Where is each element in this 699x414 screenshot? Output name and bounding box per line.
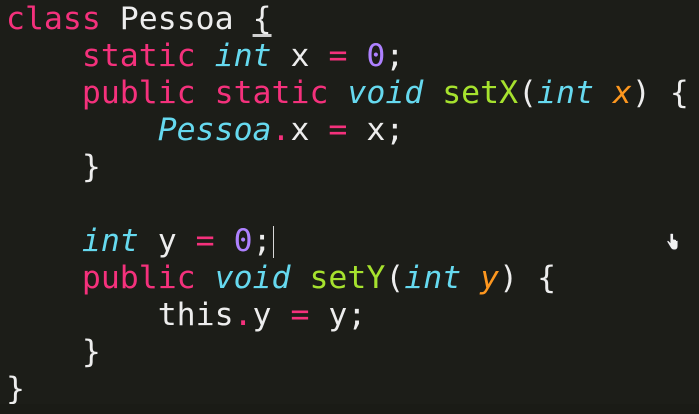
open-brace-class: { xyxy=(252,1,272,37)
paren-close: ) xyxy=(499,260,519,296)
code-line-4: Pessoa.x = x; xyxy=(6,111,405,149)
assign-operator: = xyxy=(290,297,310,333)
code-line-11: } xyxy=(6,370,25,408)
paren-open: ( xyxy=(385,260,405,296)
assign-operator: = xyxy=(328,112,348,148)
dot-operator: . xyxy=(233,297,253,333)
type-void: void xyxy=(214,260,291,296)
semicolon: ; xyxy=(252,223,272,259)
dot-operator: . xyxy=(271,112,291,148)
code-line-2: static int x = 0; xyxy=(6,37,404,75)
code-line-3: public static void setX(int x) { xyxy=(6,74,689,112)
keyword-this: this xyxy=(157,297,234,333)
type-void: void xyxy=(347,75,424,111)
paren-close: ) xyxy=(631,75,651,111)
value-x: x; xyxy=(366,112,405,148)
class-name: Pessoa xyxy=(119,1,234,37)
code-line-7: int y = 0; xyxy=(6,222,275,260)
hand-pointer-icon xyxy=(666,233,679,251)
code-editor[interactable]: class Pessoa { static int x = 0; public … xyxy=(0,0,699,414)
code-line-1: class Pessoa { xyxy=(6,0,272,38)
param-type-int: int xyxy=(404,260,462,296)
paren-open: ( xyxy=(518,75,538,111)
method-name-sety: setY xyxy=(309,260,386,296)
keyword-public: public xyxy=(81,75,196,111)
open-brace-method: { xyxy=(537,260,557,296)
keyword-public: public xyxy=(81,260,196,296)
text-caret xyxy=(272,226,275,258)
field-y: y xyxy=(252,297,272,333)
assign-operator: = xyxy=(328,38,348,74)
code-line-10: } xyxy=(6,333,101,371)
code-line-5: } xyxy=(6,148,101,186)
value-y: y; xyxy=(328,297,367,333)
open-brace-method: { xyxy=(669,75,689,111)
keyword-static: static xyxy=(214,75,329,111)
number-literal: 0 xyxy=(366,38,386,74)
param-type-int: int xyxy=(537,75,594,111)
number-literal: 0 xyxy=(233,223,253,259)
semicolon: ; xyxy=(385,38,405,74)
close-brace-class: } xyxy=(6,371,25,407)
editor-bottom-edge xyxy=(0,404,699,414)
field-x: x xyxy=(290,112,310,148)
code-line-8: public void setY(int y) { xyxy=(6,259,556,297)
type-int: int xyxy=(214,38,272,74)
keyword-static: static xyxy=(81,38,196,74)
param-y: y xyxy=(480,260,500,296)
assign-operator: = xyxy=(195,223,215,259)
param-x: x xyxy=(612,75,632,111)
variable-x: x xyxy=(290,38,310,74)
type-int: int xyxy=(81,223,139,259)
class-reference: Pessoa xyxy=(157,112,272,148)
code-line-9: this.y = y; xyxy=(6,296,367,334)
close-brace-method: } xyxy=(81,149,101,185)
close-brace-method: } xyxy=(81,334,101,370)
keyword-class: class xyxy=(6,1,101,37)
method-name-setx: setX xyxy=(442,75,519,111)
variable-y: y xyxy=(157,223,177,259)
